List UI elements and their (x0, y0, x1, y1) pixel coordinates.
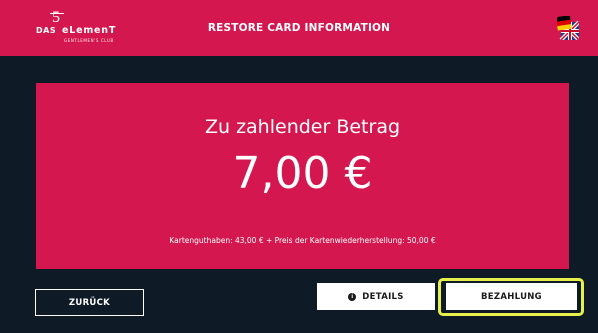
logo-subtitle: GENTLEMEN'S CLUB (64, 38, 114, 43)
details-button[interactable]: i DETAILS (317, 283, 435, 310)
pay-button-label: BEZAHLUNG (481, 291, 542, 302)
amount-value: 7,00 € (232, 148, 373, 199)
details-button-label: DETAILS (362, 291, 404, 302)
pay-button[interactable]: BEZAHLUNG (446, 283, 577, 310)
back-button-label: ZURÜCK (68, 297, 111, 308)
back-button[interactable]: ZURÜCK (35, 289, 144, 316)
page-title: RESTORE CARD INFORMATION (207, 22, 391, 34)
amount-breakdown: Kartenguthaben: 43,00 € + Preis der Kart… (169, 236, 436, 245)
language-flag-icon[interactable] (557, 16, 579, 40)
amount-heading: Zu zahlender Betrag (204, 116, 401, 138)
header-bar: 5 DAS eLemenT GENTLEMEN'S CLUB RESTORE C… (0, 0, 598, 56)
info-icon: i (348, 292, 357, 301)
payment-panel: Zu zahlender Betrag 7,00 € Kartenguthabe… (36, 83, 569, 269)
